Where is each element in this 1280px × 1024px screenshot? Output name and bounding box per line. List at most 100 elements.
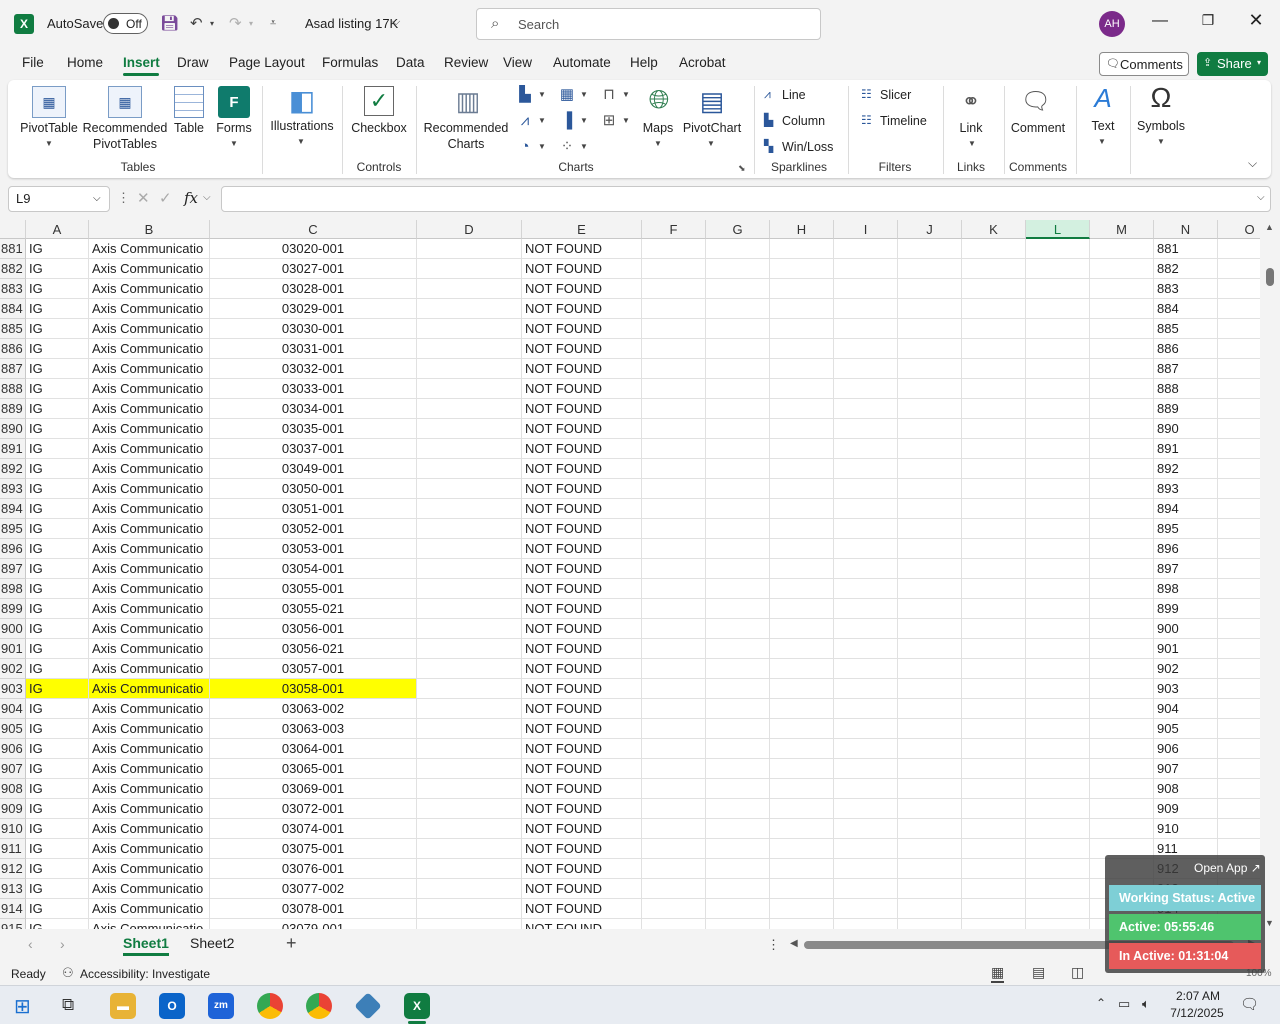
undo-dropdown-icon[interactable]: ▾ (210, 19, 214, 28)
cell-n-row[interactable]: 896 (1154, 539, 1218, 559)
pivotchart-icon[interactable]: ▤ (696, 84, 728, 118)
cell-i-row[interactable] (834, 639, 898, 659)
redo-icon[interactable]: ↷ (229, 14, 242, 32)
cell-n-row[interactable]: 886 (1154, 339, 1218, 359)
cell-o-row[interactable] (1218, 659, 1260, 679)
cell-c-row[interactable]: 03031-001 (210, 339, 417, 359)
cell-m-row[interactable] (1090, 699, 1154, 719)
tab-data[interactable]: Data (396, 55, 425, 70)
column-header-h[interactable]: H (770, 220, 834, 239)
cell-n-row[interactable]: 903 (1154, 679, 1218, 699)
cell-c-row[interactable]: 03056-021 (210, 639, 417, 659)
pivotchart-dropdown-icon[interactable]: ▼ (707, 139, 715, 148)
cell-m-row[interactable] (1090, 679, 1154, 699)
clock-time[interactable]: 2:07 AM (1172, 989, 1224, 1003)
cell-k-row[interactable] (962, 419, 1026, 439)
column-chart-dropdown-icon[interactable]: ▼ (538, 90, 546, 99)
cell-o-row[interactable] (1218, 399, 1260, 419)
cell-m-row[interactable] (1090, 739, 1154, 759)
row-header[interactable]: 901 (0, 639, 26, 659)
cell-f-row[interactable] (642, 659, 706, 679)
cell-b-row[interactable]: Axis Communicatio (89, 239, 210, 259)
cell-i-row[interactable] (834, 739, 898, 759)
link-dropdown-icon[interactable]: ▼ (968, 139, 976, 148)
row-header[interactable]: 882 (0, 259, 26, 279)
statistic-chart-dropdown-icon[interactable]: ▼ (580, 116, 588, 125)
cell-k-row[interactable] (962, 739, 1026, 759)
cell-o-row[interactable] (1218, 499, 1260, 519)
cell-n-row[interactable]: 884 (1154, 299, 1218, 319)
cell-g-row[interactable] (706, 579, 770, 599)
cell-c-row[interactable]: 03035-001 (210, 419, 417, 439)
row-header[interactable]: 909 (0, 799, 26, 819)
cell-e-row[interactable]: NOT FOUND (522, 299, 642, 319)
cell-j-row[interactable] (898, 819, 962, 839)
cell-k-row[interactable] (962, 899, 1026, 919)
cell-m-row[interactable] (1090, 519, 1154, 539)
cell-h-row[interactable] (770, 819, 834, 839)
redo-dropdown-icon[interactable]: ▾ (249, 19, 253, 28)
cell-h-row[interactable] (770, 919, 834, 929)
combo-chart-dropdown-icon[interactable]: ▼ (622, 116, 630, 125)
slicer-icon[interactable]: ☷ (861, 87, 872, 101)
row-header[interactable]: 912 (0, 859, 26, 879)
cell-h-row[interactable] (770, 539, 834, 559)
open-app-link[interactable]: Open App ↗ (1194, 861, 1261, 875)
cell-j-row[interactable] (898, 299, 962, 319)
row-header[interactable]: 910 (0, 819, 26, 839)
cell-f-row[interactable] (642, 819, 706, 839)
cell-j-row[interactable] (898, 899, 962, 919)
cell-c-row[interactable]: 03049-001 (210, 459, 417, 479)
link-icon[interactable]: ⚭ (956, 88, 986, 116)
cell-e-row[interactable]: NOT FOUND (522, 599, 642, 619)
cell-m-row[interactable] (1090, 599, 1154, 619)
cell-k-row[interactable] (962, 779, 1026, 799)
cell-c-row[interactable]: 03072-001 (210, 799, 417, 819)
cell-d-row[interactable] (417, 859, 522, 879)
statistic-chart-icon[interactable]: ▐ (556, 110, 578, 130)
cell-j-row[interactable] (898, 919, 962, 929)
cell-k-row[interactable] (962, 559, 1026, 579)
cell-i-row[interactable] (834, 919, 898, 929)
cell-k-row[interactable] (962, 299, 1026, 319)
cell-e-row[interactable]: NOT FOUND (522, 279, 642, 299)
cell-m-row[interactable] (1090, 719, 1154, 739)
cell-i-row[interactable] (834, 499, 898, 519)
cell-d-row[interactable] (417, 619, 522, 639)
forms-button[interactable]: Forms (212, 120, 256, 136)
cell-b-row[interactable]: Axis Communicatio (89, 579, 210, 599)
pie-chart-icon[interactable]: ◔ (514, 136, 536, 156)
cell-i-row[interactable] (834, 379, 898, 399)
cell-o-row[interactable] (1218, 319, 1260, 339)
cell-k-row[interactable] (962, 699, 1026, 719)
cell-n-row[interactable]: 904 (1154, 699, 1218, 719)
cell-n-row[interactable]: 899 (1154, 599, 1218, 619)
cell-n-row[interactable]: 882 (1154, 259, 1218, 279)
cell-c-row[interactable]: 03029-001 (210, 299, 417, 319)
cell-g-row[interactable] (706, 499, 770, 519)
cell-o-row[interactable] (1218, 559, 1260, 579)
cell-c-row[interactable]: 03063-003 (210, 719, 417, 739)
cell-m-row[interactable] (1090, 279, 1154, 299)
cell-h-row[interactable] (770, 739, 834, 759)
search-box[interactable]: ⌕ Search (476, 8, 821, 40)
cell-a-row[interactable]: IG (26, 899, 89, 919)
cell-n-row[interactable]: 910 (1154, 819, 1218, 839)
cell-e-row[interactable]: NOT FOUND (522, 559, 642, 579)
row-header[interactable]: 886 (0, 339, 26, 359)
table-icon[interactable] (174, 86, 204, 118)
illustrations-icon[interactable]: ◧ (286, 84, 318, 116)
cell-b-row[interactable]: Axis Communicatio (89, 519, 210, 539)
sparkline-column-button[interactable]: Column (782, 113, 825, 129)
cell-g-row[interactable] (706, 239, 770, 259)
cell-c-row[interactable]: 03077-002 (210, 879, 417, 899)
cell-d-row[interactable] (417, 879, 522, 899)
cell-j-row[interactable] (898, 839, 962, 859)
sparkline-line-icon[interactable]: ⩘ (764, 87, 771, 102)
cell-l-row[interactable] (1026, 619, 1090, 639)
cell-f-row[interactable] (642, 379, 706, 399)
cell-o-row[interactable] (1218, 339, 1260, 359)
text-icon[interactable]: A (1088, 82, 1118, 114)
new-comment-icon[interactable]: 🗨︎ (1020, 86, 1052, 116)
cell-i-row[interactable] (834, 859, 898, 879)
